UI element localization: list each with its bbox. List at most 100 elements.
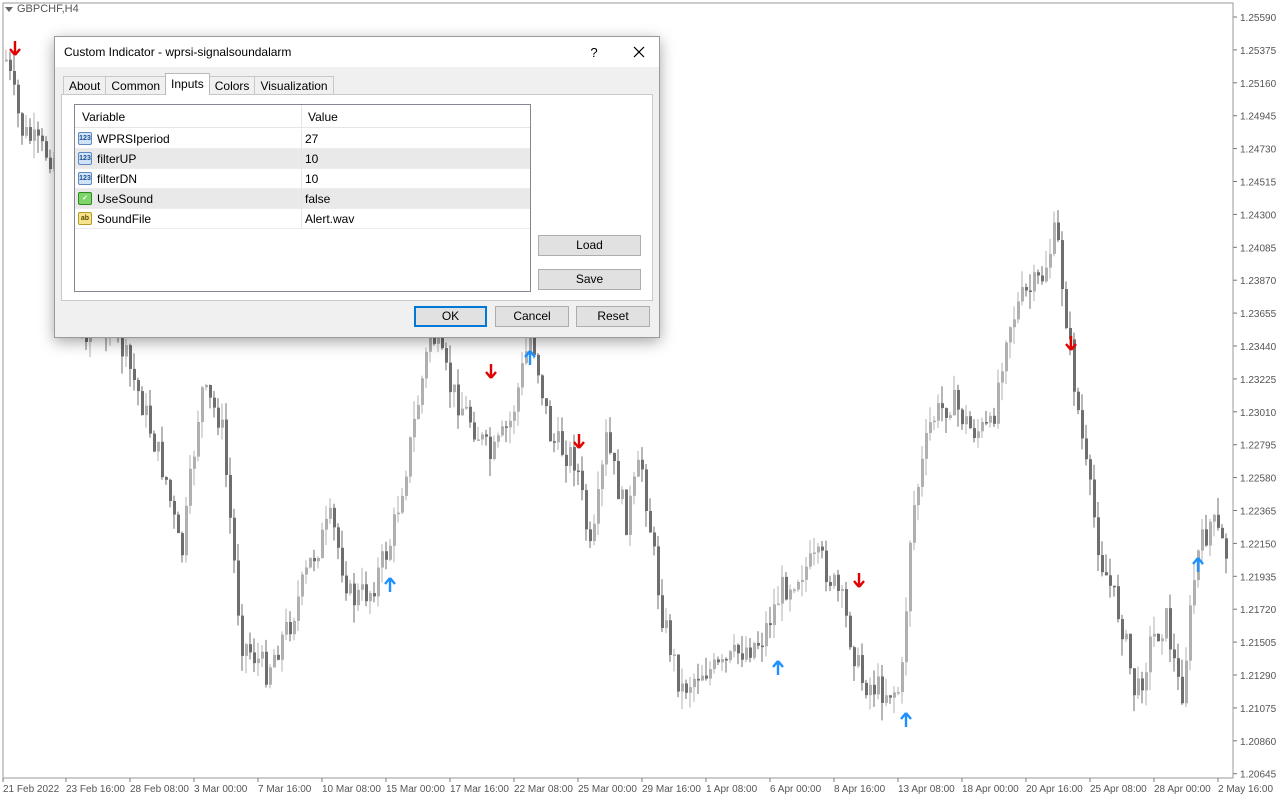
ok-button[interactable]: OK (414, 306, 487, 327)
candle-body (1133, 668, 1136, 696)
candle-body (1165, 608, 1168, 639)
candle-body (641, 459, 644, 470)
candle-body (485, 434, 488, 437)
time-axis-label: 13 Apr 08:00 (898, 784, 955, 795)
dropdown-triangle-icon (5, 6, 13, 12)
row-divider (75, 228, 530, 229)
variable-value[interactable]: Alert.wav (305, 212, 354, 226)
candle-body (561, 431, 564, 455)
candle-body (621, 489, 624, 500)
candle-body (605, 432, 608, 465)
column-header-variable[interactable]: Variable (82, 110, 125, 124)
variable-value[interactable]: 10 (305, 152, 318, 166)
candle-body (205, 384, 208, 388)
input-row-filterup[interactable]: 123 filterUP 10 (75, 149, 530, 169)
candle-body (1041, 275, 1044, 282)
sell-signal-arrow-icon (573, 434, 585, 449)
input-row-filterdn[interactable]: 123 filterDN 10 (75, 169, 530, 189)
candle-body (385, 551, 388, 560)
tab-colors[interactable]: Colors (208, 76, 256, 95)
input-row-usesound[interactable]: ✓ UseSound false (75, 189, 530, 209)
candle-body (401, 495, 404, 513)
tab-inputs[interactable]: Inputs (165, 73, 210, 95)
candle-body (1189, 605, 1192, 661)
column-header-value[interactable]: Value (308, 110, 338, 124)
load-button[interactable]: Load (538, 235, 641, 256)
dialog-title: Custom Indicator - wprsi-signalsoundalar… (64, 45, 292, 59)
candle-body (405, 476, 408, 496)
custom-indicator-dialog: Custom Indicator - wprsi-signalsoundalar… (54, 36, 660, 338)
time-axis-label: 1 Apr 08:00 (706, 784, 758, 795)
column-divider[interactable] (301, 105, 302, 127)
candle-body (361, 584, 364, 590)
candle-body (997, 382, 1000, 424)
candle-body (1065, 289, 1068, 329)
candle-body (329, 507, 332, 519)
candle-body (821, 546, 824, 551)
close-icon (633, 46, 645, 58)
candle-body (777, 603, 780, 606)
tab-visualization[interactable]: Visualization (254, 76, 334, 95)
candle-body (1045, 267, 1048, 282)
candle-body (721, 659, 724, 663)
candle-body (685, 683, 688, 693)
candle-body (1149, 636, 1152, 673)
candle-body (289, 621, 292, 635)
candle-body (1093, 479, 1096, 518)
candle-body (481, 434, 484, 440)
candle-body (1185, 660, 1188, 704)
candle-body (1177, 658, 1180, 677)
price-axis-label: 1.22365 (1240, 507, 1277, 518)
candle-body (553, 441, 556, 443)
price-axis-label: 1.20860 (1240, 737, 1277, 748)
candle-body (813, 552, 816, 555)
variable-value[interactable]: 10 (305, 172, 318, 186)
chart-symbol-label[interactable]: GBPCHF,H4 (5, 3, 79, 15)
dialog-titlebar[interactable]: Custom Indicator - wprsi-signalsoundalar… (55, 37, 659, 67)
candle-body (353, 583, 356, 606)
help-button[interactable]: ? (579, 37, 609, 67)
candle-body (1209, 521, 1212, 546)
candle-body (557, 431, 560, 443)
candle-body (793, 589, 796, 592)
input-row-wprsiperiod[interactable]: 123 WPRSIperiod 27 (75, 129, 530, 149)
variable-value[interactable]: 27 (305, 132, 318, 146)
candle-body (981, 422, 984, 432)
time-axis-label: 15 Mar 00:00 (386, 784, 445, 795)
tab-common[interactable]: Common (105, 76, 167, 95)
time-axis-label: 28 Apr 00:00 (1154, 784, 1211, 795)
candle-body (805, 566, 808, 580)
close-button[interactable] (619, 37, 659, 67)
time-axis-label: 25 Apr 08:00 (1090, 784, 1147, 795)
candle-body (1129, 633, 1132, 669)
candle-body (1017, 301, 1020, 320)
candle-body (293, 620, 296, 635)
variable-value[interactable]: false (305, 192, 330, 206)
cancel-button[interactable]: Cancel (495, 306, 569, 327)
candle-body (513, 411, 516, 421)
candle-body (665, 620, 668, 629)
candle-body (193, 456, 196, 469)
candle-body (1057, 222, 1060, 241)
candle-body (1089, 459, 1092, 480)
save-button[interactable]: Save (538, 269, 641, 290)
time-axis-label: 25 Mar 00:00 (578, 784, 637, 795)
tab-about[interactable]: About (63, 76, 107, 95)
candle-body (373, 593, 376, 597)
candle-body (765, 623, 768, 647)
input-row-soundfile[interactable]: ab SoundFile Alert.wav (75, 209, 530, 229)
candle-body (37, 129, 40, 136)
variable-name: filterUP (97, 152, 137, 166)
candle-body (1021, 287, 1024, 302)
price-axis-label: 1.22795 (1240, 441, 1277, 452)
candle-body (541, 375, 544, 399)
candle-body (749, 647, 752, 658)
candle-body (545, 398, 548, 407)
candle-body (1173, 649, 1176, 659)
candle-body (493, 441, 496, 459)
candle-body (213, 397, 216, 408)
reset-button[interactable]: Reset (576, 306, 650, 327)
candle-body (785, 576, 788, 600)
candle-body (241, 615, 244, 656)
time-axis-label: 22 Mar 08:00 (514, 784, 573, 795)
